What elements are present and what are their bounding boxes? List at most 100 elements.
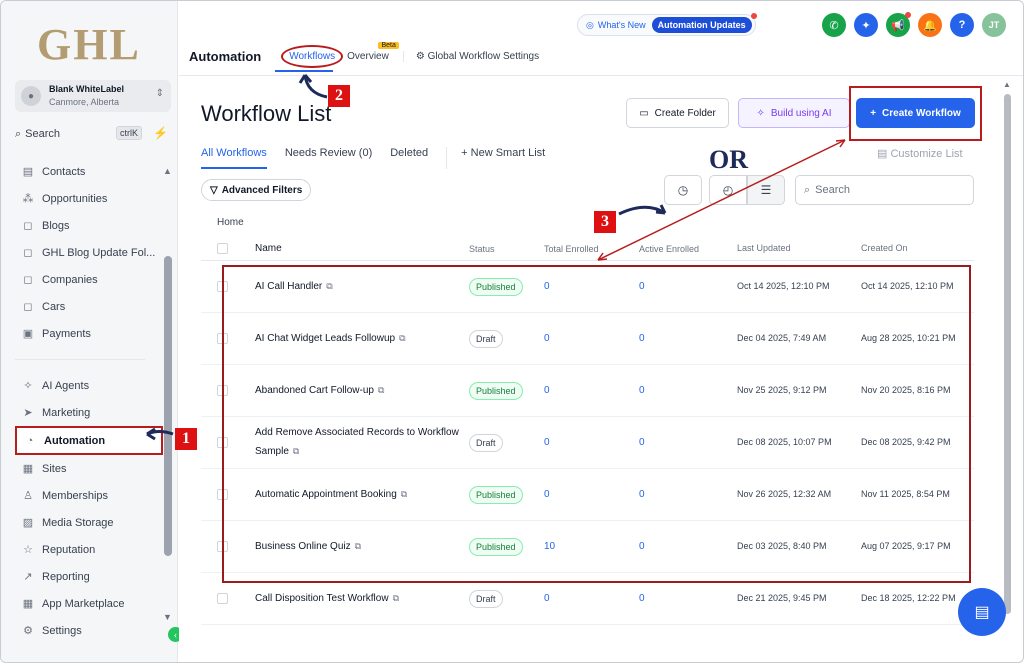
ghl-logo: GHL	[37, 20, 141, 69]
build-using-ai-button[interactable]: ✧ Build using AI	[738, 98, 850, 128]
page-scroll-up-icon[interactable]: ▲	[1003, 80, 1011, 89]
sidebar-item-ghl-blog-update-fol[interactable]: ◻ GHL Blog Update Fol...	[15, 239, 163, 266]
or-annotation: OR	[709, 145, 748, 174]
sidebar-item-reputation[interactable]: ☆ Reputation	[15, 536, 163, 563]
total-enrolled-cell[interactable]: 0	[544, 593, 639, 604]
col-last-updated[interactable]: Last Updated	[737, 242, 861, 255]
automation-updates-badge[interactable]: Automation Updates	[651, 17, 752, 33]
last-updated-cell: Dec 21 2025, 9:45 PM	[737, 593, 827, 603]
notification-dot	[750, 13, 757, 19]
customize-label: Customize List	[890, 148, 963, 160]
sidebar-item-media-storage[interactable]: ▨ Media Storage	[15, 509, 163, 536]
phone-icon[interactable]: ✆	[822, 13, 846, 37]
history-icon: ◷	[677, 183, 689, 197]
col-name[interactable]: Name	[239, 240, 469, 258]
sidebar-item-app-marketplace[interactable]: ▦ App Marketplace	[15, 590, 163, 617]
sidebar-item-memberships[interactable]: ♙ Memberships	[15, 482, 163, 509]
sidebar-item-label: Reputation	[42, 543, 96, 556]
sidebar-item-blogs[interactable]: ◻ Blogs	[15, 212, 163, 239]
announcement-icon[interactable]: 📢	[886, 12, 911, 37]
sidebar-scrollbar[interactable]	[164, 256, 172, 556]
create-folder-button[interactable]: ▭ Create Folder	[626, 98, 729, 128]
sidebar-nav-top: ▤ Contacts ⁂ Opportunities ◻ Blogs ◻ GHL Blog U…	[15, 158, 163, 347]
created-on-cell: Dec 18 2025, 12:22 PM	[861, 593, 956, 603]
user-avatar[interactable]: JT	[982, 13, 1006, 37]
sidebar-item-payments[interactable]: ▣ Payments	[15, 320, 163, 347]
table-header: Name Status Total Enrolled Active Enroll…	[201, 237, 974, 261]
clock-view-button[interactable]: ◴	[709, 175, 747, 205]
sidebar-item-companies[interactable]: ◻ Companies	[15, 266, 163, 293]
sidebar-item-label: Automation	[44, 434, 106, 447]
chat-support-button[interactable]: ▤	[958, 588, 1006, 636]
customize-icon: ▤	[877, 148, 891, 160]
scroll-up-arrow-icon[interactable]: ▲	[163, 166, 172, 176]
automation-icon: ◔	[26, 434, 34, 447]
sidebar-item-label: Settings	[42, 624, 82, 637]
breadcrumb[interactable]: Home	[217, 217, 244, 228]
reputation-icon: ☆	[23, 544, 33, 556]
history-button[interactable]: ◷	[664, 175, 702, 205]
ai-sparkle-icon[interactable]: ✦	[854, 13, 878, 37]
sidebar: GHL ● Blank WhiteLabel Canmore, Alberta …	[1, 1, 178, 662]
account-switcher[interactable]: ● Blank WhiteLabel Canmore, Alberta ⇕	[15, 80, 171, 112]
scroll-down-arrow-icon[interactable]: ▼	[163, 612, 172, 622]
sidebar-item-ai-agents[interactable]: ✧ AI Agents	[15, 372, 163, 399]
sidebar-item-label: Media Storage	[42, 516, 114, 529]
new-smart-list-button[interactable]: + New Smart List	[446, 147, 545, 169]
workflow-name-cell[interactable]: Call Disposition Test Workflow ⧉	[239, 589, 469, 608]
row-checkbox[interactable]	[217, 593, 228, 604]
customize-list-button[interactable]: ▤ Customize List	[877, 147, 963, 160]
list-view-button[interactable]: ☰	[747, 175, 785, 205]
tab-workflows[interactable]: Workflows	[281, 45, 344, 68]
sidebar-item-sites[interactable]: ▦ Sites	[15, 455, 163, 482]
sidebar-item-automation[interactable]: ◔ Automation	[15, 426, 163, 455]
col-status[interactable]: Status	[469, 244, 544, 254]
tab-overview[interactable]: Overview Beta	[347, 42, 399, 62]
search-input[interactable]: ⌕ Search	[795, 175, 974, 205]
filter-icon: ▽	[210, 184, 218, 196]
workflow-name[interactable]: Call Disposition Test Workflow	[255, 593, 389, 604]
active-enrolled-cell[interactable]: 0	[639, 593, 737, 604]
marker-3: 3	[594, 211, 616, 233]
account-location: Canmore, Alberta	[49, 97, 120, 107]
advanced-filters-button[interactable]: ▽ Advanced Filters	[201, 179, 312, 201]
col-active-enrolled[interactable]: Active Enrolled	[639, 244, 737, 254]
app-window: GHL ● Blank WhiteLabel Canmore, Alberta …	[0, 0, 1024, 663]
select-all-cell[interactable]	[201, 243, 239, 254]
account-avatar-icon: ●	[21, 86, 41, 106]
sidebar-nav-bottom: ✧ AI Agents ➤ Marketing ◔ Automation ▦ Sites ♙ Me…	[15, 372, 163, 644]
col-created-on[interactable]: Created On	[861, 242, 971, 255]
select-all-checkbox[interactable]	[217, 243, 228, 254]
help-icon[interactable]: ?	[950, 13, 974, 37]
sidebar-item-opportunities[interactable]: ⁂ Opportunities	[15, 185, 163, 212]
app-marketplace-icon: ▦	[22, 598, 34, 610]
sidebar-item-cars[interactable]: ◻ Cars	[15, 293, 163, 320]
ai-agents-icon: ✧	[23, 380, 33, 392]
search-icon: ⌕	[804, 183, 811, 196]
sidebar-item-label: Sites	[42, 462, 67, 475]
reporting-icon: ↗	[23, 571, 33, 583]
row-select-cell[interactable]	[201, 593, 239, 604]
sidebar-item-label: App Marketplace	[42, 597, 125, 610]
page-scrollbar[interactable]	[1004, 94, 1011, 614]
col-total-enrolled[interactable]: Total Enrolled	[544, 244, 639, 254]
quick-action-bolt-icon[interactable]: ⚡	[153, 126, 168, 140]
tab-deleted[interactable]: Deleted	[390, 147, 428, 169]
folder-icon: ◻	[23, 247, 33, 259]
bell-icon[interactable]: 🔔	[918, 13, 942, 37]
tab-needs-review[interactable]: Needs Review (0)	[285, 147, 372, 169]
sidebar-item-marketing[interactable]: ➤ Marketing	[15, 399, 163, 426]
sidebar-item-settings[interactable]: ⚙ Settings	[15, 617, 163, 644]
whats-new-label: What's New	[597, 20, 646, 30]
whats-new-pill[interactable]: ◎ What's New Automation Updates	[577, 13, 757, 36]
sidebar-search[interactable]: ⌕ Search ctrlK	[15, 124, 142, 144]
tab-global-settings[interactable]: ⚙ Global Workflow Settings	[402, 51, 539, 62]
external-link-icon[interactable]: ⧉	[393, 593, 399, 603]
sidebar-item-reporting[interactable]: ↗ Reporting	[15, 563, 163, 590]
companies-icon: ◻	[23, 274, 33, 286]
sidebar-divider	[15, 359, 145, 360]
gear-icon: ⚙	[415, 51, 428, 62]
clock-icon: ◴	[722, 183, 734, 197]
tab-all-workflows[interactable]: All Workflows	[201, 147, 267, 169]
sidebar-item-contacts[interactable]: ▤ Contacts	[15, 158, 163, 185]
